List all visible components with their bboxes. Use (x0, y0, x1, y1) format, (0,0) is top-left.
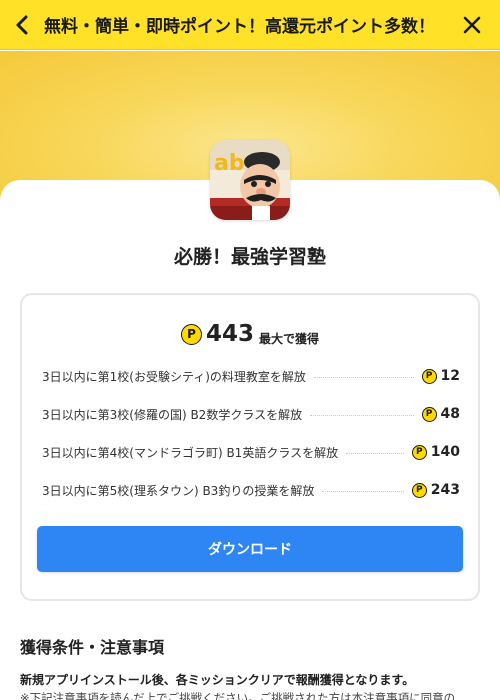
app-icon: ab (210, 140, 290, 220)
conditions-title: 獲得条件・注意事項 (20, 638, 165, 657)
total-reward: P 443 最大で獲得 (22, 321, 478, 347)
total-points: 443 (205, 321, 254, 347)
close-icon (463, 16, 481, 33)
app-name: 必勝！最強学習塾 (173, 246, 326, 268)
total-points-unit: 最大で獲得 (259, 331, 320, 346)
point-coin-icon: P (421, 368, 437, 384)
reward-card: P 443 最大で獲得 3日以内に第1校(お受験シティ)の料理教室を解放 P 1… (20, 293, 480, 601)
point-coin-icon: P (411, 482, 427, 498)
point-coin-icon: P (411, 444, 427, 460)
mission-points: 140 (430, 444, 460, 460)
mission-item: 3日以内に第4校(マンドラゴラ町) B1英語クラスを解放 P 140 (42, 442, 460, 462)
mission-points: 12 (440, 368, 460, 384)
mission-label: 3日以内に第1校(お受験シティ)の料理教室を解放 (42, 369, 306, 384)
svg-text:ab: ab (214, 151, 245, 176)
top-bar: 無料・簡単・即時ポイント！高還元ポイント多数！ (0, 0, 500, 50)
download-button[interactable]: ダウンロード (37, 526, 463, 572)
leader-dots (346, 452, 404, 454)
point-coin-icon: P (421, 406, 437, 422)
mission-item: 3日以内に第3校(修羅の国) B2数学クラスを解放 P 48 (42, 404, 460, 424)
chevron-left-icon (16, 15, 28, 34)
close-button[interactable] (444, 0, 500, 50)
leader-dots (313, 376, 414, 378)
mission-item: 3日以内に第1校(お受験シティ)の料理教室を解放 P 12 (42, 366, 460, 386)
mission-item: 3日以内に第5校(理系タウン) B3釣りの授業を解放 P 243 (42, 480, 460, 500)
leader-dots (322, 490, 404, 492)
mission-label: 3日以内に第5校(理系タウン) B3釣りの授業を解放 (42, 483, 315, 498)
mission-label: 3日以内に第4校(マンドラゴラ町) B1英語クラスを解放 (42, 445, 339, 460)
conditions-notice: 新規アプリインストール後、各ミッションクリアで報酬獲得となります。 (20, 673, 415, 687)
point-coin-icon: P (180, 323, 202, 345)
mission-label: 3日以内に第3校(修羅の国) B2数学クラスを解放 (42, 407, 303, 422)
back-button[interactable] (0, 0, 44, 50)
page-title: 無料・簡単・即時ポイント！高還元ポイント多数！ (44, 17, 435, 37)
mission-points: 48 (440, 406, 460, 422)
conditions-subnote: ※下記注意事項を読んだ上でご挑戦ください。ご挑戦された方は本注意事項に同意の (20, 691, 456, 700)
leader-dots (310, 414, 414, 416)
mission-points: 243 (430, 482, 460, 498)
